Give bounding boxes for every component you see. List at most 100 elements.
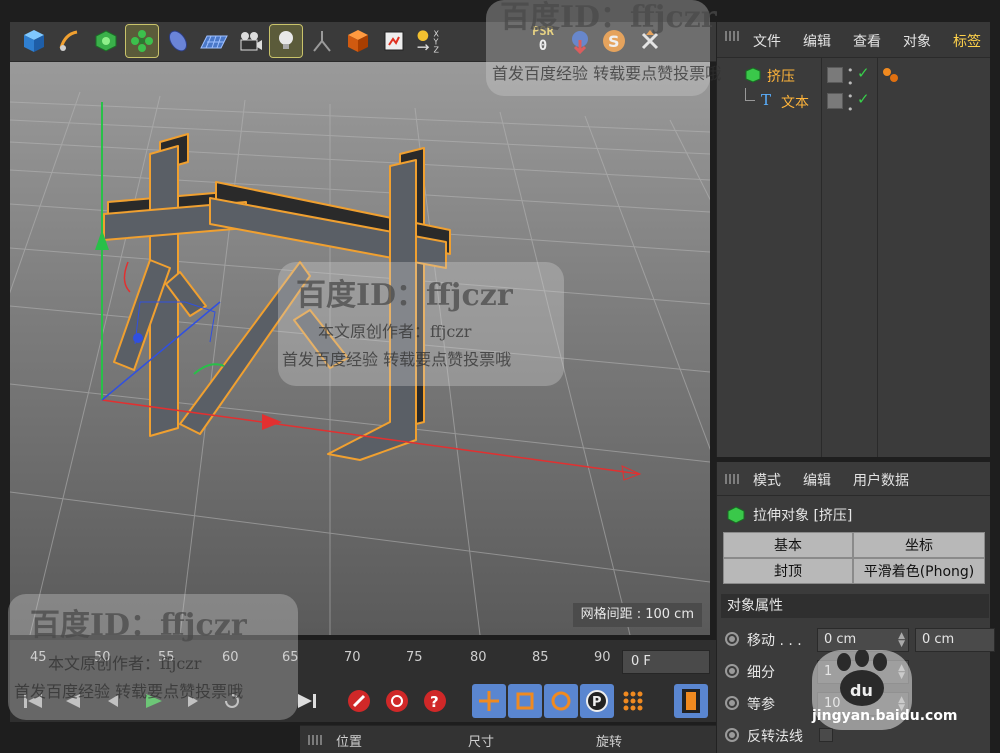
key-help-icon[interactable]: ?: [418, 684, 452, 718]
object-manager-menu: 文件 编辑 查看 对象 标签: [717, 22, 990, 58]
floor-scene-icon[interactable]: [198, 25, 230, 57]
move-tool-icon[interactable]: [472, 684, 506, 718]
axis-xyz-icon[interactable]: XYZ: [414, 25, 446, 57]
visibility-dots-icon[interactable]: • •: [847, 64, 853, 90]
attribute-manager-menu: 模式 编辑 用户数据: [717, 462, 990, 496]
object-row-extrude[interactable]: 挤压 • • ✓: [717, 62, 991, 90]
rotate-tool-icon[interactable]: [544, 684, 578, 718]
menu-edit[interactable]: 编辑: [803, 470, 831, 490]
spinner-icon[interactable]: ▲▼: [898, 632, 905, 649]
render-view-icon[interactable]: [378, 25, 410, 57]
grip-icon: [308, 735, 324, 745]
tick-label: 70: [344, 650, 361, 665]
enabled-check-icon[interactable]: ✓: [857, 90, 870, 108]
watermark-title-text: 百度ID：ffjczr: [296, 278, 513, 313]
animate-radio-icon[interactable]: [725, 632, 739, 646]
layer-box-icon[interactable]: [827, 67, 843, 83]
menu-file[interactable]: 文件: [753, 31, 781, 51]
current-frame-field[interactable]: 0 F: [622, 650, 710, 674]
watermark-line: 本文原创作者：ffjczr: [318, 318, 471, 342]
svg-text:du: du: [850, 681, 873, 700]
watermark-title-text: 百度ID：ffjczr: [500, 0, 717, 35]
record-key-icon[interactable]: [342, 684, 376, 718]
watermark-line-text: 首发百度经验 转载要点赞投票哦: [14, 682, 244, 701]
phong-tag-icon[interactable]: [881, 66, 899, 84]
object-name[interactable]: 文本: [781, 92, 809, 112]
object-manager: 文件 编辑 查看 对象 标签 挤压 • • ✓ T 文本 • • ✓: [716, 22, 990, 457]
layer-box-icon[interactable]: [827, 93, 843, 109]
grip-icon: [725, 474, 741, 484]
point-level-icon[interactable]: [616, 684, 650, 718]
grip-icon: [725, 31, 741, 41]
rotation-label: 旋转: [596, 735, 623, 750]
object-row-text[interactable]: T 文本 • • ✓: [717, 88, 991, 116]
subdivision-icon[interactable]: [90, 25, 122, 57]
tab-basic[interactable]: 基本: [723, 532, 853, 558]
property-label: 反转法线: [747, 729, 803, 745]
character-icon[interactable]: [306, 25, 338, 57]
watermark-line-text: 首发百度经验 转载要点赞投票哦: [282, 350, 512, 369]
animate-radio-icon[interactable]: [725, 728, 739, 742]
watermark-title: 百度ID：ffjczr: [30, 600, 247, 644]
auto-key-icon[interactable]: [380, 684, 414, 718]
attribute-title-text: 拉伸对象 [挤压]: [753, 508, 853, 524]
menu-mode[interactable]: 模式: [753, 470, 781, 490]
property-label: 等参: [747, 697, 775, 713]
movement-x-field[interactable]: 0 cm ▲ ▼: [817, 628, 909, 652]
menu-user-data[interactable]: 用户数据: [853, 470, 909, 490]
array-cloner-icon[interactable]: [125, 24, 159, 58]
animate-radio-icon[interactable]: [725, 696, 739, 710]
position-label: 位置: [336, 735, 363, 750]
svg-text:?: ?: [430, 693, 439, 711]
svg-text:P: P: [592, 695, 602, 710]
column-divider: [877, 58, 878, 457]
extrude-object-icon: [745, 67, 761, 83]
field-value: 0 cm: [824, 632, 857, 647]
watermark-line-text: 本文原创作者：ffjczr: [48, 654, 202, 673]
size-label: 尺寸: [468, 735, 495, 750]
menu-tags[interactable]: 标签: [953, 31, 981, 51]
camera-icon[interactable]: [234, 25, 266, 57]
scale-tool-icon[interactable]: [508, 684, 542, 718]
parameter-key-icon[interactable]: P: [580, 684, 614, 718]
tick-label: 75: [406, 650, 423, 665]
menu-objects[interactable]: 对象: [903, 31, 931, 51]
light-bulb-icon[interactable]: [269, 24, 303, 58]
movement-y-field[interactable]: 0 cm: [915, 628, 995, 652]
object-properties-header: 对象属性: [721, 594, 989, 618]
render-cube-icon[interactable]: [342, 25, 374, 57]
animate-radio-icon[interactable]: [725, 664, 739, 678]
property-label: 细分: [747, 665, 775, 681]
visibility-dots-icon[interactable]: • •: [847, 90, 853, 116]
reverse-normals-checkbox[interactable]: [819, 728, 833, 742]
column-divider: [821, 58, 822, 457]
tab-caps[interactable]: 封顶: [723, 558, 853, 584]
baidu-logo-url: jingyan.baidu.com: [812, 708, 958, 724]
cube-icon[interactable]: [18, 25, 50, 57]
watermark-title: 百度ID：ffjczr: [296, 270, 513, 314]
watermark-line: 首发百度经验 转载要点赞投票哦: [282, 346, 511, 370]
film-strip-icon[interactable]: [674, 684, 708, 718]
menu-view[interactable]: 查看: [853, 31, 881, 51]
tick-label: 90: [594, 650, 611, 665]
watermark-line-text: 首发百度经验 转载要点赞投票哦: [492, 64, 722, 83]
svg-text:Z: Z: [434, 46, 440, 55]
paw-icon: du: [837, 650, 887, 706]
tab-coord[interactable]: 坐标: [853, 532, 985, 558]
extrude-object-icon: [727, 506, 745, 524]
watermark-line-text: 本文原创作者：ffjczr: [318, 322, 472, 341]
deformer-icon[interactable]: [162, 25, 194, 57]
baidu-logo-watermark: du jingyan.baidu.com: [812, 650, 958, 730]
watermark-line: 首发百度经验 转载要点赞投票哦: [14, 678, 243, 702]
watermark-title-text: 百度ID：ffjczr: [30, 608, 247, 643]
coordinates-strip: 位置 尺寸 旋转: [300, 725, 716, 753]
enabled-check-icon[interactable]: ✓: [857, 64, 870, 82]
text-spline-icon: T: [761, 91, 772, 109]
attribute-title: 拉伸对象 [挤压]: [727, 504, 852, 526]
watermark-line: 首发百度经验 转载要点赞投票哦: [492, 60, 721, 84]
object-name[interactable]: 挤压: [767, 66, 795, 86]
tab-phong[interactable]: 平滑着色(Phong): [853, 558, 985, 584]
pen-spline-icon[interactable]: [54, 25, 86, 57]
tick-label: 85: [532, 650, 549, 665]
menu-edit[interactable]: 编辑: [803, 31, 831, 51]
